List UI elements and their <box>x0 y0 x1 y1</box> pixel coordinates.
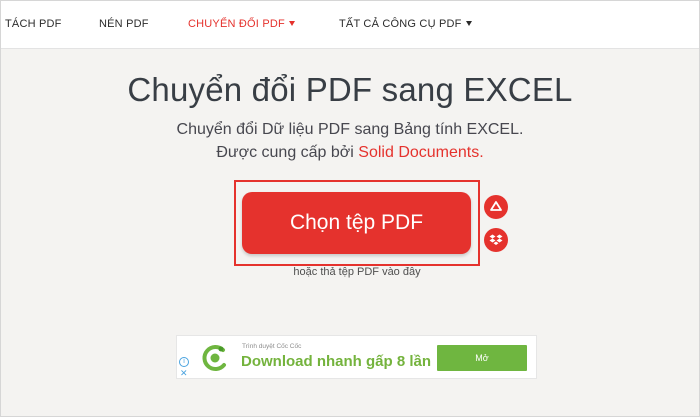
nav-item-label: TÁCH PDF <box>5 18 62 30</box>
ad-open-button[interactable]: Mở <box>437 345 527 371</box>
page-subtitle: Chuyển đổi Dữ liệu PDF sang Bảng tính EX… <box>1 118 699 164</box>
page-frame: TÁCH PDF NÉN PDF CHUYỂN ĐỔI PDF TẤT CẢ C… <box>0 0 700 417</box>
drop-hint: hoặc thả tệp PDF vào đây <box>293 266 421 278</box>
coccoc-logo-icon <box>202 345 226 372</box>
credit-prefix: Được cung cấp bởi <box>216 144 354 161</box>
page-title: Chuyển đổi PDF sang EXCEL <box>127 71 573 108</box>
subtitle-credit: Được cung cấp bởi Solid Documents. <box>1 141 699 164</box>
ad-info-icon[interactable]: i <box>179 357 189 367</box>
caret-down-icon <box>288 20 295 26</box>
nav-item-split-pdf[interactable]: TÁCH PDF <box>5 18 62 30</box>
dropbox-icon <box>489 234 503 245</box>
nav-item-all-tools[interactable]: TẤT CẢ CÔNG CỤ PDF <box>339 18 472 30</box>
advertisement-banner[interactable]: i ✕ Trình duyệt Cốc Cốc Download nhanh g… <box>176 335 537 379</box>
ad-headline: Download nhanh gấp 8 lần <box>241 353 432 370</box>
dropbox-button[interactable] <box>484 228 508 252</box>
nav-item-compress-pdf[interactable]: NÉN PDF <box>99 18 149 30</box>
nav-item-label: TẤT CẢ CÔNG CỤ PDF <box>339 18 462 30</box>
ad-close-icon[interactable]: ✕ <box>180 369 188 378</box>
nav-item-label: CHUYỂN ĐỔI PDF <box>188 18 285 30</box>
google-drive-button[interactable] <box>484 195 508 219</box>
google-drive-icon <box>490 201 502 211</box>
select-pdf-button[interactable]: Chọn tệp PDF <box>242 192 471 254</box>
ad-small-text: Trình duyệt Cốc Cốc <box>242 343 302 350</box>
nav-item-label: NÉN PDF <box>99 18 149 30</box>
subtitle-line: Chuyển đổi Dữ liệu PDF sang Bảng tính EX… <box>176 121 524 138</box>
nav-item-convert-pdf[interactable]: CHUYỂN ĐỔI PDF <box>188 18 295 30</box>
top-navigation: TÁCH PDF NÉN PDF CHUYỂN ĐỔI PDF TẤT CẢ C… <box>1 1 699 49</box>
caret-down-icon <box>465 20 472 26</box>
solid-documents-link[interactable]: Solid Documents. <box>358 144 483 161</box>
